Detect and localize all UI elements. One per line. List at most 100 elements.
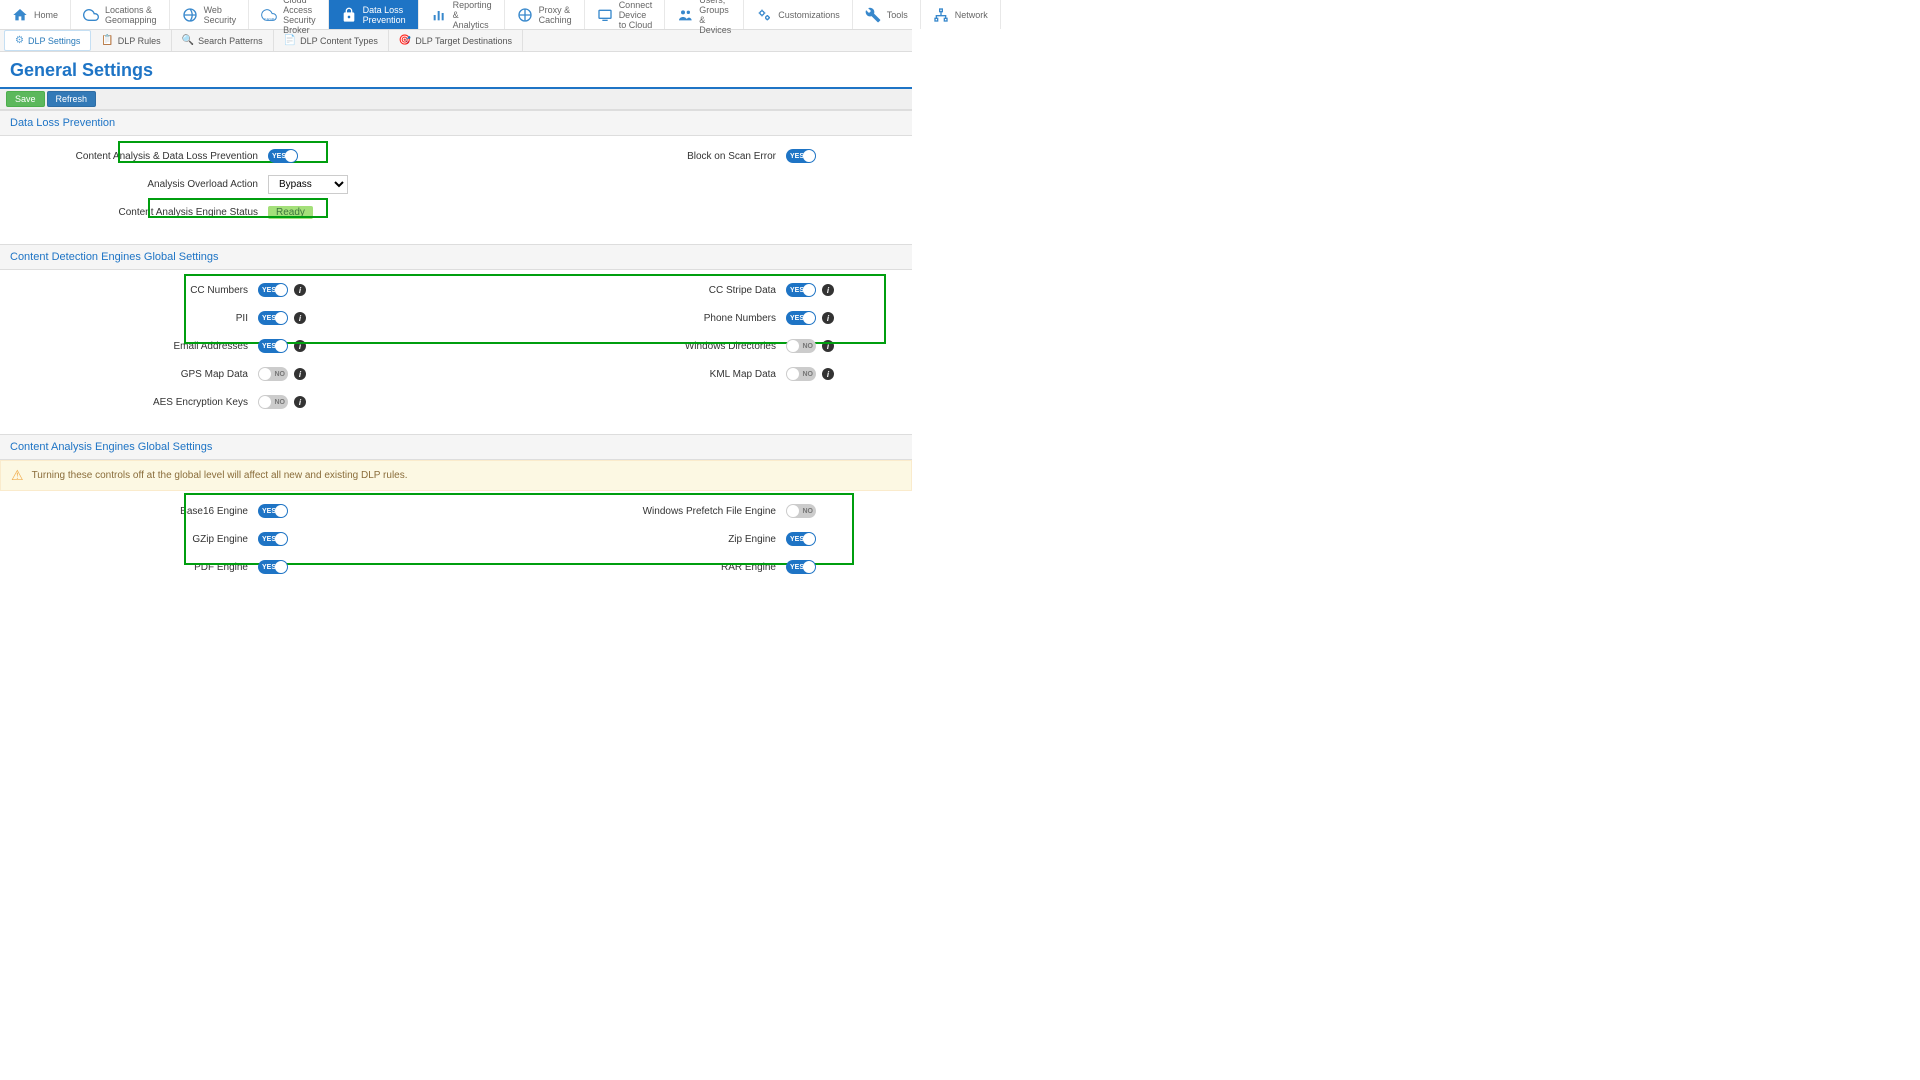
subnav-label: Search Patterns	[198, 36, 263, 46]
setting-label: Windows Directories	[456, 341, 786, 352]
toggle-windows-directories[interactable]: NO	[786, 339, 816, 353]
warning-banner: ⚠ Turning these controls off at the glob…	[0, 460, 912, 491]
info-icon[interactable]: i	[822, 368, 834, 380]
nav-proxy[interactable]: Proxy & Caching	[505, 0, 585, 29]
refresh-button[interactable]: Refresh	[47, 91, 97, 107]
subnav-label: DLP Content Types	[300, 36, 378, 46]
nav-label: Web Security	[204, 5, 237, 25]
setting-label: Email Addresses	[0, 341, 258, 352]
nav-home[interactable]: Home	[0, 0, 71, 29]
nav-label: Users, Groups & Devices	[699, 0, 731, 35]
setting-label: Zip Engine	[456, 534, 786, 545]
warning-icon: ⚠	[11, 467, 24, 484]
nav-label: Data Loss Prevention	[363, 5, 406, 25]
setting-label: GZip Engine	[0, 534, 258, 545]
nav-locations[interactable]: Locations & Geomapping	[71, 0, 170, 29]
toggle-block-on-scan-error[interactable]: YES	[786, 149, 816, 163]
toggle-zip-engine[interactable]: YES	[786, 532, 816, 546]
toggle-cc-numbers[interactable]: YES	[258, 283, 288, 297]
casb-icon: CASB	[261, 7, 277, 23]
nav-casb[interactable]: CASB Cloud Access Security Broker	[249, 0, 329, 29]
subnav-dlp-settings[interactable]: ⚙DLP Settings	[4, 30, 91, 51]
home-icon	[12, 7, 28, 23]
info-icon[interactable]: i	[294, 368, 306, 380]
info-icon[interactable]: i	[822, 312, 834, 324]
nav-web-security[interactable]: Web Security	[170, 0, 250, 29]
toggle-phone-numbers[interactable]: YES	[786, 311, 816, 325]
search-tab-icon: 🔍	[182, 35, 194, 46]
info-icon[interactable]: i	[294, 396, 306, 408]
users-icon	[677, 7, 693, 23]
subnav-label: DLP Target Destinations	[415, 36, 512, 46]
nav-label: Tools	[887, 10, 908, 20]
info-icon[interactable]: i	[294, 312, 306, 324]
chart-icon	[431, 7, 447, 23]
info-icon[interactable]: i	[822, 284, 834, 296]
sub-navigation: ⚙DLP Settings 📋DLP Rules 🔍 Search Pattern…	[0, 30, 912, 52]
overload-select[interactable]: Bypass	[268, 175, 348, 194]
toggle-pdf-engine[interactable]: YES	[258, 560, 288, 574]
toggle-content-analysis[interactable]: YES	[268, 149, 298, 163]
nav-users[interactable]: Users, Groups & Devices	[665, 0, 744, 29]
subnav-label: DLP Rules	[118, 36, 161, 46]
info-icon[interactable]: i	[294, 284, 306, 296]
section-detection-body: CC NumbersYESiPIIYESiEmail AddressesYESi…	[0, 270, 912, 434]
lock-icon	[341, 7, 357, 23]
section-dlp-body: Content Analysis & Data Loss Prevention …	[0, 136, 912, 244]
subnav-search-patterns[interactable]: 🔍 Search Patterns	[172, 30, 274, 51]
toggle-windows-prefetch-file-engine[interactable]: NO	[786, 504, 816, 518]
target-tab-icon: 🎯	[399, 35, 411, 46]
engine-status-badge: Ready	[268, 206, 313, 219]
toggle-email-addresses[interactable]: YES	[258, 339, 288, 353]
proxy-icon	[517, 7, 533, 23]
setting-label: CC Stripe Data	[456, 285, 786, 296]
toggle-cc-stripe-data[interactable]: YES	[786, 283, 816, 297]
subnav-target-dest[interactable]: 🎯 DLP Target Destinations	[389, 30, 523, 51]
toggle-rar-engine[interactable]: YES	[786, 560, 816, 574]
toggle-gps-map-data[interactable]: NO	[258, 367, 288, 381]
settings-tab-icon: ⚙	[15, 35, 24, 46]
nav-label: Network	[955, 10, 988, 20]
setting-label: KML Map Data	[456, 369, 786, 380]
nav-reporting[interactable]: Reporting & Analytics	[419, 0, 505, 29]
setting-label: Content Analysis & Data Loss Prevention	[0, 151, 268, 162]
nav-label: Locations & Geomapping	[105, 5, 157, 25]
gears-icon	[756, 7, 772, 23]
setting-label: Analysis Overload Action	[0, 179, 268, 190]
nav-connect[interactable]: Connect Device to Cloud	[585, 0, 666, 29]
subnav-content-types[interactable]: 📄 DLP Content Types	[274, 30, 389, 51]
nav-tools[interactable]: Tools	[853, 0, 921, 29]
setting-label: AES Encryption Keys	[0, 397, 258, 408]
toggle-pii[interactable]: YES	[258, 311, 288, 325]
network-icon	[933, 7, 949, 23]
section-dlp-header: Data Loss Prevention	[0, 110, 912, 136]
nav-label: Connect Device to Cloud	[619, 0, 653, 30]
globe-shield-icon	[182, 7, 198, 23]
toggle-gzip-engine[interactable]: YES	[258, 532, 288, 546]
connect-icon	[597, 7, 613, 23]
setting-label: CC Numbers	[0, 285, 258, 296]
nav-label: Proxy & Caching	[539, 5, 572, 25]
content-tab-icon: 📄	[284, 35, 296, 46]
setting-label: PDF Engine	[0, 562, 258, 573]
warning-text: Turning these controls off at the global…	[32, 470, 408, 481]
nav-network[interactable]: Network	[921, 0, 1001, 29]
toggle-kml-map-data[interactable]: NO	[786, 367, 816, 381]
svg-text:CASB: CASB	[264, 16, 275, 21]
section-detection-header: Content Detection Engines Global Setting…	[0, 244, 912, 270]
nav-dlp[interactable]: Data Loss Prevention	[329, 0, 419, 29]
nav-customizations[interactable]: Customizations	[744, 0, 853, 29]
setting-label: RAR Engine	[456, 562, 786, 573]
setting-label: Block on Scan Error	[456, 151, 786, 162]
save-button[interactable]: Save	[6, 91, 45, 107]
toggle-base16-engine[interactable]: YES	[258, 504, 288, 518]
info-icon[interactable]: i	[822, 340, 834, 352]
setting-label: Content Analysis Engine Status	[0, 207, 268, 218]
nav-label: Home	[34, 10, 58, 20]
subnav-dlp-rules[interactable]: 📋DLP Rules	[91, 30, 171, 51]
setting-label: PII	[0, 313, 258, 324]
setting-label: Base16 Engine	[0, 506, 258, 517]
cloud-icon	[83, 7, 99, 23]
toggle-aes-encryption-keys[interactable]: NO	[258, 395, 288, 409]
info-icon[interactable]: i	[294, 340, 306, 352]
